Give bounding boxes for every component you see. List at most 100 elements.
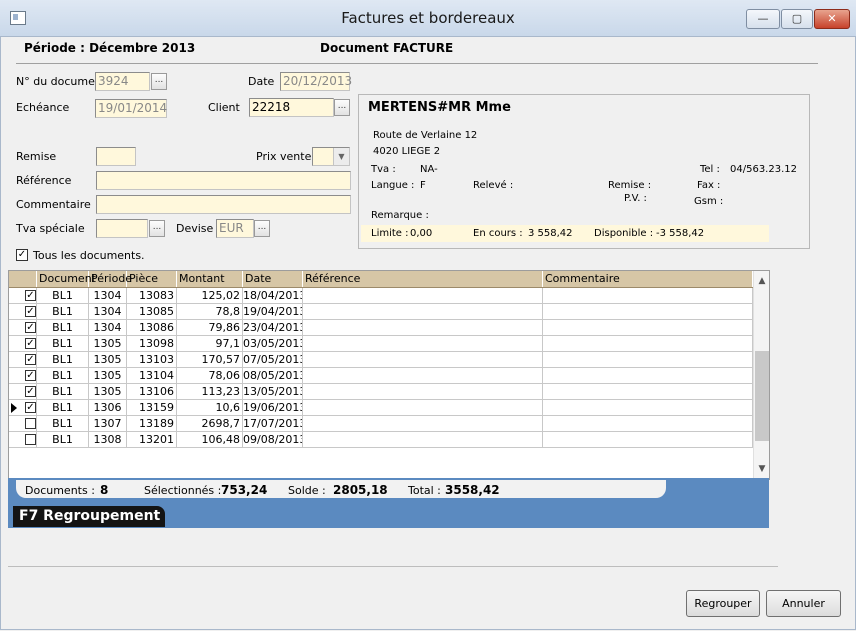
row-checkbox[interactable]: ✓ <box>25 306 36 317</box>
client-outstanding-label: En cours : <box>473 228 523 239</box>
cell-ref <box>303 304 543 319</box>
reference-field[interactable] <box>96 171 351 190</box>
client-outstanding-value: 3 558,42 <box>528 228 573 239</box>
cell-com <box>543 304 753 319</box>
table-row[interactable]: ✓ BL1 1305 13098 97,1 03/05/2013 <box>9 336 753 352</box>
currency-field[interactable]: EUR <box>216 219 254 238</box>
row-checkbox[interactable]: ✓ <box>25 354 36 365</box>
cell-amount: 2698,7 <box>177 416 243 431</box>
all-documents-label: Tous les documents. <box>33 249 145 262</box>
row-checkbox[interactable]: ✓ <box>25 338 36 349</box>
client-pv-label: P.V. : <box>624 193 647 204</box>
cell-piece: 13104 <box>127 368 177 383</box>
close-button[interactable]: ✕ <box>814 9 850 29</box>
discount-field[interactable] <box>96 147 136 166</box>
cell-date: 13/05/2013 <box>243 384 303 399</box>
table-row[interactable]: BL1 1307 13189 2698,7 17/07/2013 <box>9 416 753 432</box>
cell-doc: BL1 <box>37 400 89 415</box>
header-amount[interactable]: Montant <box>177 271 243 287</box>
maximize-button[interactable]: ▢ <box>781 9 813 29</box>
cell-date: 08/05/2013 <box>243 368 303 383</box>
cell-com <box>543 400 753 415</box>
table-row[interactable]: ✓ BL1 1304 13085 78,8 19/04/2013 <box>9 304 753 320</box>
header-comment[interactable]: Commentaire <box>543 271 753 287</box>
row-selector[interactable] <box>9 432 37 447</box>
cell-amount: 125,02 <box>177 288 243 303</box>
cell-piece: 13086 <box>127 320 177 335</box>
client-remark-label: Remarque : <box>371 210 429 221</box>
row-selector[interactable]: ✓ <box>9 288 37 303</box>
row-checkbox[interactable]: ✓ <box>25 402 36 413</box>
row-selector[interactable]: ✓ <box>9 304 37 319</box>
header-date[interactable]: Date <box>243 271 303 287</box>
cell-com <box>543 432 753 447</box>
table-row[interactable]: ✓ BL1 1306 13159 10,6 19/06/2013 <box>9 400 753 416</box>
cell-amount: 10,6 <box>177 400 243 415</box>
regroup-button[interactable]: Regrouper <box>686 590 760 617</box>
table-row[interactable]: ✓ BL1 1304 13086 79,86 23/04/2013 <box>9 320 753 336</box>
scroll-thumb[interactable] <box>755 351 769 441</box>
table-row[interactable]: ✓ BL1 1305 13103 170,57 07/05/2013 <box>9 352 753 368</box>
due-date-field[interactable]: 19/01/2014 <box>95 99 167 118</box>
header-reference[interactable]: Référence <box>303 271 543 287</box>
comment-field[interactable] <box>96 195 351 214</box>
document-type-label: Document FACTURE <box>320 41 454 55</box>
grid-header: Document Période Pièce Montant Date Réfé… <box>9 271 753 288</box>
documents-grid[interactable]: Document Période Pièce Montant Date Réfé… <box>8 270 770 480</box>
chevron-down-icon[interactable]: ▼ <box>333 148 349 165</box>
cancel-button[interactable]: Annuler <box>766 590 841 617</box>
f7-regroup-tab[interactable]: F7 Regroupement <box>13 506 165 527</box>
special-vat-lookup-button[interactable]: ... <box>149 220 165 237</box>
cell-doc: BL1 <box>37 368 89 383</box>
row-selector[interactable] <box>9 416 37 431</box>
header-document[interactable]: Document <box>37 271 96 287</box>
row-selector[interactable]: ✓ <box>9 352 37 367</box>
doc-number-lookup-button[interactable]: ... <box>151 73 167 90</box>
cell-doc: BL1 <box>37 416 89 431</box>
cell-piece: 13085 <box>127 304 177 319</box>
row-checkbox[interactable]: ✓ <box>25 322 36 333</box>
row-checkbox[interactable] <box>25 434 36 445</box>
window-title: Factures et bordereaux <box>341 9 515 27</box>
cell-date: 19/04/2013 <box>243 304 303 319</box>
row-selector[interactable]: ✓ <box>9 384 37 399</box>
special-vat-field[interactable] <box>96 219 148 238</box>
minimize-button[interactable]: — <box>746 9 780 29</box>
doc-number-field[interactable]: 3924 <box>95 72 150 91</box>
cell-piece: 13201 <box>127 432 177 447</box>
table-row[interactable]: ✓ BL1 1305 13106 113,23 13/05/2013 <box>9 384 753 400</box>
scroll-up-icon[interactable]: ▲ <box>754 273 769 289</box>
header-period[interactable]: Période <box>89 271 132 287</box>
cell-amount: 79,86 <box>177 320 243 335</box>
client-field[interactable]: 22218 <box>249 98 334 117</box>
header-piece[interactable]: Pièce <box>127 271 177 287</box>
summary-selected-label: Sélectionnés : <box>144 484 222 497</box>
vertical-scrollbar[interactable]: ▲ ▼ <box>753 271 769 479</box>
client-tva-value: NA- <box>420 164 438 175</box>
cell-doc: BL1 <box>37 320 89 335</box>
table-row[interactable]: ✓ BL1 1305 13104 78,06 08/05/2013 <box>9 368 753 384</box>
row-checkbox[interactable] <box>25 418 36 429</box>
client-label: Client <box>208 101 240 114</box>
row-checkbox[interactable]: ✓ <box>25 386 36 397</box>
table-row[interactable]: BL1 1308 13201 106,48 09/08/2013 <box>9 432 753 448</box>
client-limit-value: 0,00 <box>410 228 433 239</box>
currency-lookup-button[interactable]: ... <box>254 220 270 237</box>
row-checkbox[interactable]: ✓ <box>25 370 36 381</box>
client-discount-label: Remise : <box>608 180 652 191</box>
row-checkbox[interactable]: ✓ <box>25 290 36 301</box>
client-lookup-button[interactable]: ... <box>334 99 350 116</box>
row-selector[interactable]: ✓ <box>9 336 37 351</box>
table-row[interactable]: ✓ BL1 1304 13083 125,02 18/04/2013 <box>9 288 753 304</box>
row-selector[interactable]: ✓ <box>9 320 37 335</box>
row-selector[interactable]: ✓ <box>9 368 37 383</box>
row-selector[interactable]: ✓ <box>9 400 37 415</box>
summary-total-label: Total : <box>408 484 441 497</box>
cell-date: 17/07/2013 <box>243 416 303 431</box>
client-name: MERTENS#MR Mme <box>368 100 511 115</box>
all-documents-checkbox[interactable]: ✓ <box>16 249 28 261</box>
scroll-down-icon[interactable]: ▼ <box>754 461 769 477</box>
cell-amount: 78,06 <box>177 368 243 383</box>
date-field[interactable]: 20/12/2013 <box>280 72 352 91</box>
cell-amount: 113,23 <box>177 384 243 399</box>
